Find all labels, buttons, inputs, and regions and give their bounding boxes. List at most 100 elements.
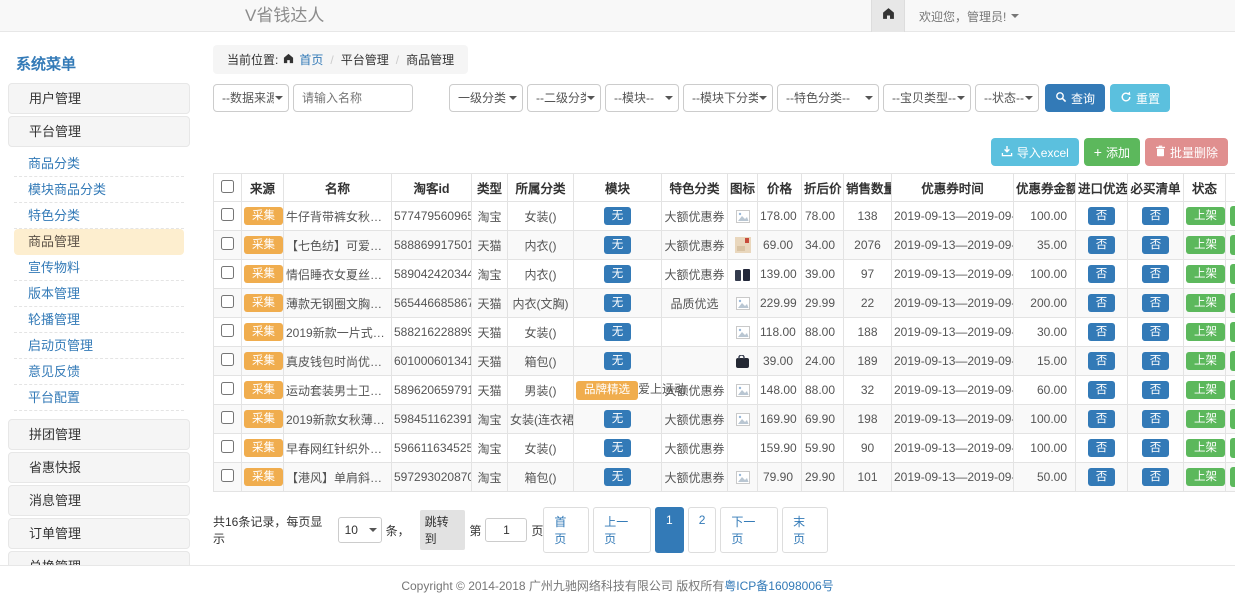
add-button[interactable]: + 添加 [1084, 138, 1140, 166]
status-button[interactable]: 上架 [1186, 236, 1225, 254]
sidebar-group[interactable]: 消息管理 [8, 485, 190, 516]
must-buy-toggle-button[interactable]: 否 [1142, 294, 1170, 312]
edit-button[interactable] [1230, 235, 1235, 255]
filter-select[interactable]: --特色分类-- [777, 84, 879, 112]
table-row: 采集薄款无钢圈文胸聚拢性...565446685867天猫内衣(文胸)无品质优选… [214, 289, 1235, 318]
import-toggle-button[interactable]: 否 [1088, 352, 1116, 370]
sidebar-group[interactable]: 订单管理 [8, 518, 190, 549]
status-button[interactable]: 上架 [1186, 323, 1225, 341]
row-checkbox[interactable] [221, 295, 234, 308]
must-buy-toggle-button[interactable]: 否 [1142, 236, 1170, 254]
filter-select[interactable]: --状态-- [975, 84, 1039, 112]
per-page-select[interactable]: 10 [338, 517, 382, 543]
jump-button[interactable]: 跳转到 [420, 510, 466, 550]
sidebar-item[interactable]: 宣传物料 [14, 255, 184, 281]
sidebar-item[interactable]: 平台配置 [14, 385, 184, 411]
import-toggle-button[interactable]: 否 [1088, 439, 1116, 457]
status-button[interactable]: 上架 [1186, 439, 1225, 457]
page-button[interactable]: 首页 [543, 507, 589, 553]
status-button[interactable]: 上架 [1186, 265, 1225, 283]
edit-button[interactable] [1230, 351, 1235, 371]
sidebar-group[interactable]: 拼团管理 [8, 419, 190, 450]
status-button[interactable]: 上架 [1186, 410, 1225, 428]
reset-button[interactable]: 重置 [1110, 84, 1170, 112]
sidebar-group[interactable]: 用户管理 [8, 83, 190, 114]
sidebar-item[interactable]: 轮播管理 [14, 307, 184, 333]
row-checkbox[interactable] [221, 237, 234, 250]
edit-button[interactable] [1230, 293, 1235, 313]
must-buy-toggle-button[interactable]: 否 [1142, 410, 1170, 428]
sidebar-item[interactable]: 特色分类 [14, 203, 184, 229]
must-buy-toggle-button[interactable]: 否 [1142, 323, 1170, 341]
batch-delete-button[interactable]: 批量删除 [1145, 138, 1228, 166]
row-checkbox[interactable] [221, 208, 234, 221]
row-checkbox[interactable] [221, 266, 234, 279]
search-button[interactable]: 查询 [1045, 84, 1105, 112]
edit-button[interactable] [1230, 264, 1235, 284]
category-cell: 内衣() [508, 231, 574, 260]
row-checkbox[interactable] [221, 411, 234, 424]
status-button[interactable]: 上架 [1186, 294, 1225, 312]
page-button[interactable]: 上一页 [593, 507, 651, 553]
edit-button[interactable] [1230, 380, 1235, 400]
page-button[interactable]: 下一页 [720, 507, 778, 553]
import-toggle-button[interactable]: 否 [1088, 236, 1116, 254]
sidebar-item[interactable]: 模块商品分类 [14, 177, 184, 203]
select-all-checkbox[interactable] [221, 180, 234, 193]
status-button[interactable]: 上架 [1186, 381, 1225, 399]
status-button[interactable]: 上架 [1186, 352, 1225, 370]
row-checkbox[interactable] [221, 469, 234, 482]
must-buy-toggle-button[interactable]: 否 [1142, 352, 1170, 370]
module-badge: 无 [604, 294, 632, 312]
import-toggle-button[interactable]: 否 [1088, 207, 1116, 225]
filter-select[interactable]: --数据来源-- [213, 84, 289, 112]
import-toggle-button[interactable]: 否 [1088, 265, 1116, 283]
import-toggle-button[interactable]: 否 [1088, 381, 1116, 399]
breadcrumb-home-link[interactable]: 首页 [299, 51, 323, 68]
sidebar-group[interactable]: 平台管理 [8, 116, 190, 147]
name-search-input[interactable] [293, 84, 413, 112]
must-buy-toggle-button[interactable]: 否 [1142, 265, 1170, 283]
page-button[interactable]: 1 [655, 507, 684, 553]
page-button[interactable]: 末页 [782, 507, 828, 553]
import-toggle-button[interactable]: 否 [1088, 468, 1116, 486]
edit-button[interactable] [1230, 467, 1235, 487]
edit-button[interactable] [1230, 409, 1235, 429]
sidebar-item[interactable]: 商品管理 [14, 229, 184, 255]
status-button[interactable]: 上架 [1186, 468, 1225, 486]
sidebar-group[interactable]: 省惠快报 [8, 452, 190, 483]
filter-select[interactable]: --模块-- [605, 84, 679, 112]
row-checkbox[interactable] [221, 440, 234, 453]
import-excel-button[interactable]: 导入excel [991, 138, 1079, 166]
row-checkbox[interactable] [221, 353, 234, 366]
edit-button[interactable] [1230, 438, 1235, 458]
must-buy-toggle-button[interactable]: 否 [1142, 439, 1170, 457]
import-toggle-button[interactable]: 否 [1088, 410, 1116, 428]
must-buy-toggle-button[interactable]: 否 [1142, 381, 1170, 399]
home-button[interactable] [871, 0, 905, 32]
filter-select[interactable]: --模块下分类-- [683, 84, 773, 112]
table-row: 采集运动套装男士卫衣初秋...589620659791天猫男装()品牌精选爱上运… [214, 376, 1235, 405]
sidebar-item[interactable]: 版本管理 [14, 281, 184, 307]
row-checkbox[interactable] [221, 382, 234, 395]
sidebar-item[interactable]: 意见反馈 [14, 359, 184, 385]
must-buy-toggle-button[interactable]: 否 [1142, 207, 1170, 225]
icp-link[interactable]: 粤ICP备16098006号 [724, 579, 833, 593]
sidebar-group[interactable]: 兑换管理 [8, 551, 190, 565]
import-select-cell: 否 [1076, 434, 1128, 463]
import-toggle-button[interactable]: 否 [1088, 294, 1116, 312]
edit-button[interactable] [1230, 206, 1235, 226]
filter-select[interactable]: --宝贝类型-- [883, 84, 971, 112]
must-buy-toggle-button[interactable]: 否 [1142, 468, 1170, 486]
user-menu[interactable]: 欢迎您，管理员! [905, 0, 1235, 32]
filter-select[interactable]: 一级分类 [449, 84, 523, 112]
sidebar-item[interactable]: 商品分类 [14, 151, 184, 177]
edit-button[interactable] [1230, 322, 1235, 342]
page-number-input[interactable] [485, 518, 527, 542]
filter-select[interactable]: --二级分类-- [527, 84, 601, 112]
status-button[interactable]: 上架 [1186, 207, 1225, 225]
import-toggle-button[interactable]: 否 [1088, 323, 1116, 341]
page-button[interactable]: 2 [688, 507, 717, 553]
sidebar-item[interactable]: 启动页管理 [14, 333, 184, 359]
row-checkbox[interactable] [221, 324, 234, 337]
